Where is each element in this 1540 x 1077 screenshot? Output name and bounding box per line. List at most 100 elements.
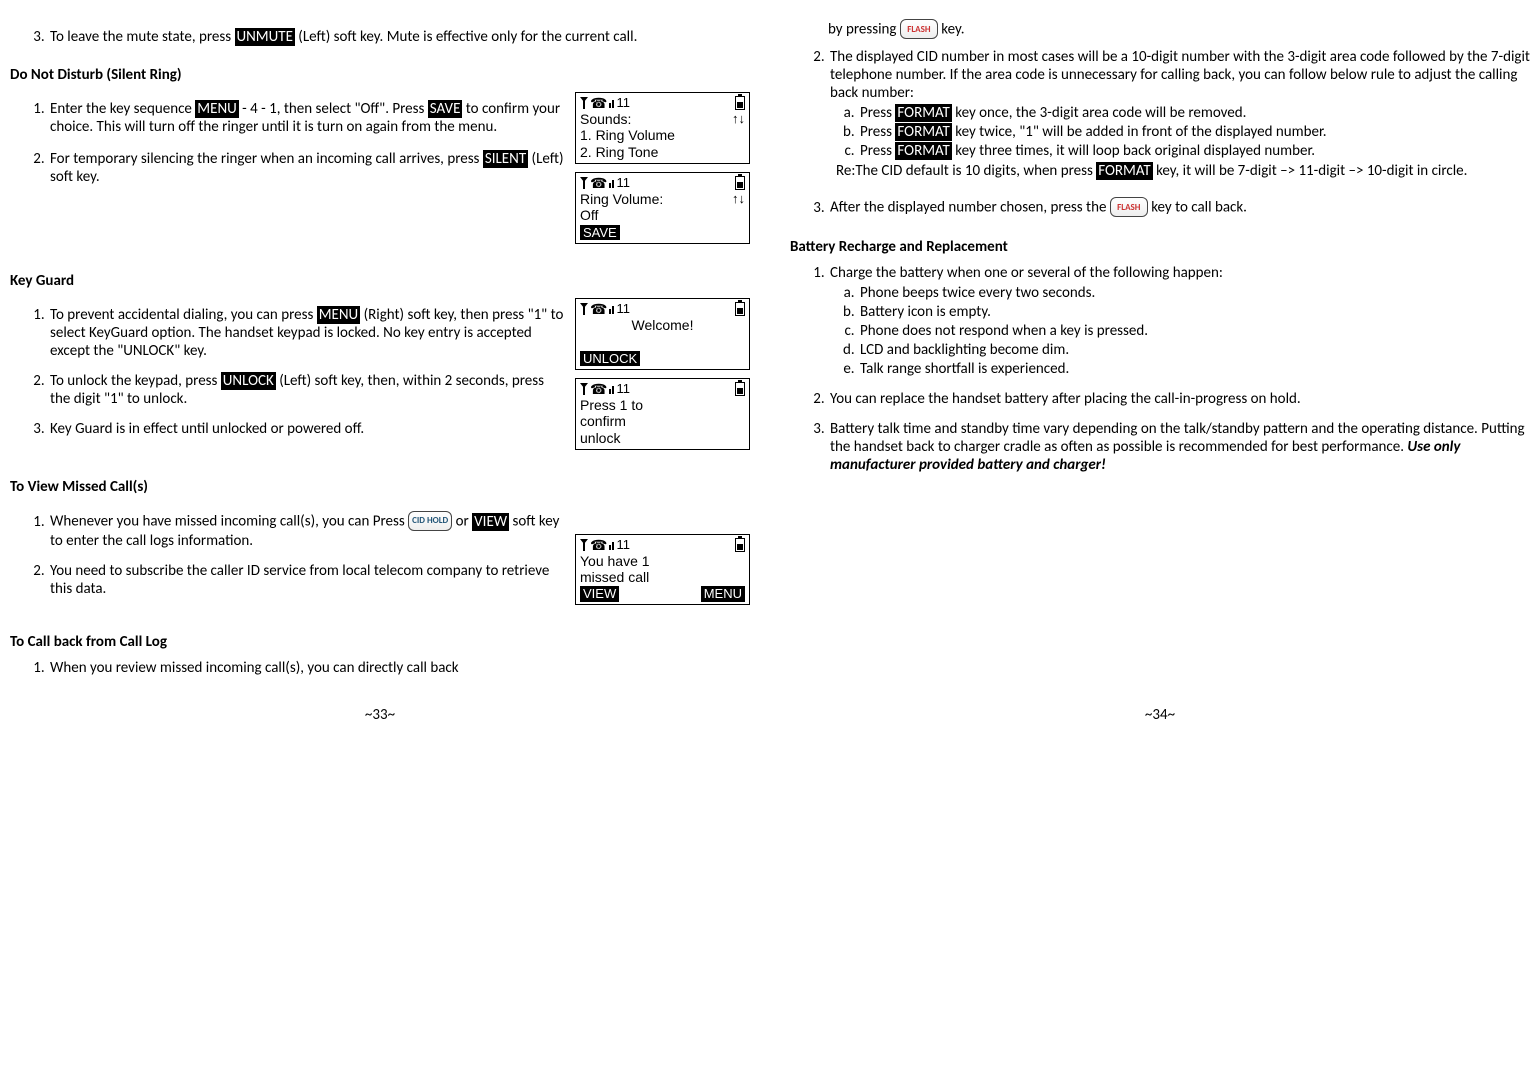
soft-menu: MENU <box>701 586 745 602</box>
text: Sounds: <box>580 111 631 128</box>
silent-key: SILENT <box>483 150 528 168</box>
format-re: Re:The CID default is 10 digits, when pr… <box>858 162 1530 186</box>
arrows-icon: ↑↓ <box>732 111 745 128</box>
text: key once, the 3-digit area code will be … <box>952 104 1247 122</box>
flash-key-icon: FLASH <box>1110 197 1148 217</box>
text: To leave the mute state, press <box>50 28 235 46</box>
callback-item-2: The displayed CID number in most cases w… <box>828 48 1530 186</box>
menu-key: MENU <box>195 100 238 118</box>
soft-save: SAVE <box>580 225 620 240</box>
mute-item-3: To leave the mute state, press UNMUTE (L… <box>48 28 750 46</box>
text: by pressing <box>828 21 900 39</box>
lcd-ringvolume: ☎ 11 Ring Volume:↑↓ Off SAVE <box>575 172 750 244</box>
view-key: VIEW <box>472 513 509 531</box>
battery-icon <box>735 302 745 316</box>
text: Whenever you have missed incoming call(s… <box>50 513 408 531</box>
format-a: Press FORMAT key once, the 3-digit area … <box>858 104 1530 122</box>
battery-icon <box>735 96 745 110</box>
text: Off <box>580 207 745 224</box>
format-c: Press FORMAT key three times, it will lo… <box>858 142 1530 160</box>
text: key, it will be 7-digit –> 11-digit –> 1… <box>1153 162 1468 180</box>
unmute-key: UNMUTE <box>235 28 295 46</box>
page-number-34: ~34~ <box>790 706 1530 724</box>
text: Welcome! <box>580 317 745 334</box>
text: 2. Ring Tone <box>580 144 745 161</box>
text: After the displayed number chosen, press… <box>830 199 1110 217</box>
text: key. <box>938 21 965 39</box>
antenna-icon <box>580 539 588 551</box>
callback-list: When you review missed incoming call(s),… <box>10 659 750 677</box>
format-key: FORMAT <box>895 123 951 141</box>
text: confirm <box>580 413 745 430</box>
text: key to call back. <box>1148 199 1247 217</box>
lcd-num: 11 <box>616 175 630 191</box>
text: Press <box>860 104 895 122</box>
keyguard-list: To prevent accidental dialing, you can p… <box>10 306 565 438</box>
cid-hold-key-icon: CID HOLD <box>408 511 452 531</box>
signal-icon <box>609 540 614 550</box>
text: or <box>452 513 472 531</box>
missed-heading: To View Missed Call(s) <box>10 478 750 496</box>
text: To unlock the keypad, press <box>50 372 221 390</box>
battery-d: LCD and backlighting become dim. <box>858 341 1530 359</box>
missed-lcds: ☎ 11 You have 1 missed call VIEWMENU <box>575 504 750 613</box>
lcd-num: 11 <box>616 381 630 397</box>
battery-icon <box>735 538 745 552</box>
antenna-icon <box>580 177 588 189</box>
phone-icon: ☎ <box>590 382 607 396</box>
dnd-item-2: For temporary silencing the ringer when … <box>48 150 565 186</box>
text: - 4 - 1, then select "Off". Press <box>239 100 428 118</box>
lcd-num: 11 <box>616 95 630 111</box>
battery-b: Battery icon is empty. <box>858 303 1530 321</box>
battery-sublist: Phone beeps twice every two seconds. Bat… <box>830 284 1530 378</box>
missed-item-2: You need to subscribe the caller ID serv… <box>48 562 565 598</box>
battery-item-2: You can replace the handset battery afte… <box>828 390 1530 408</box>
keyguard-lcds: ☎ 11 Welcome! UNLOCK ☎ 11 Press 1 to con… <box>575 298 750 458</box>
text: You have 1 <box>580 553 745 570</box>
battery-item-1: Charge the battery when one or several o… <box>828 264 1530 378</box>
callback-heading: To Call back from Call Log <box>10 633 750 651</box>
phone-icon: ☎ <box>590 176 607 190</box>
dnd-lcds: ☎ 11 Sounds:↑↓ 1. Ring Volume 2. Ring To… <box>575 92 750 252</box>
text: Press 1 to <box>580 397 745 414</box>
lcd-num: 11 <box>616 537 630 553</box>
text: missed call <box>580 569 745 586</box>
flash-key-icon: FLASH <box>900 19 938 39</box>
missed-item-1: Whenever you have missed incoming call(s… <box>48 512 565 550</box>
antenna-icon <box>580 303 588 315</box>
phone-icon: ☎ <box>590 96 607 110</box>
callback-list-cont: The displayed CID number in most cases w… <box>790 48 1530 218</box>
text: Enter the key sequence <box>50 100 195 118</box>
antenna-icon <box>580 97 588 109</box>
mute-list: To leave the mute state, press UNMUTE (L… <box>10 28 750 46</box>
soft-unlock: UNLOCK <box>580 351 640 366</box>
text: Press <box>860 123 895 141</box>
text: Press <box>860 142 895 160</box>
format-key: FORMAT <box>895 104 951 122</box>
battery-heading: Battery Recharge and Replacement <box>790 238 1530 256</box>
page-number-33: ~33~ <box>10 706 750 724</box>
unlock-key: UNLOCK <box>221 372 276 390</box>
lcd-missed: ☎ 11 You have 1 missed call VIEWMENU <box>575 534 750 605</box>
text: The displayed CID number in most cases w… <box>830 48 1530 102</box>
signal-icon <box>609 304 614 314</box>
keyguard-item-1: To prevent accidental dialing, you can p… <box>48 306 565 360</box>
battery-icon <box>735 382 745 396</box>
signal-icon <box>609 178 614 188</box>
text: To prevent accidental dialing, you can p… <box>50 306 317 324</box>
lcd-num: 11 <box>616 301 630 317</box>
dnd-list: Enter the key sequence MENU - 4 - 1, the… <box>10 100 565 186</box>
page-33: To leave the mute state, press UNMUTE (L… <box>10 20 750 729</box>
lcd-welcome: ☎ 11 Welcome! UNLOCK <box>575 298 750 370</box>
phone-icon: ☎ <box>590 538 607 552</box>
format-key: FORMAT <box>1096 162 1152 180</box>
save-key: SAVE <box>428 100 463 118</box>
format-key: FORMAT <box>895 142 951 160</box>
lcd-press1: ☎ 11 Press 1 to confirm unlock <box>575 378 750 450</box>
missed-list: Whenever you have missed incoming call(s… <box>10 512 565 598</box>
menu-key: MENU <box>317 306 360 324</box>
keyguard-item-3: Key Guard is in effect until unlocked or… <box>48 420 565 438</box>
text: Re:The CID default is 10 digits, when pr… <box>836 162 1096 180</box>
callback-continuation: by pressing FLASH key. <box>828 20 1530 40</box>
text: key twice, "1" will be added in front of… <box>952 123 1327 141</box>
